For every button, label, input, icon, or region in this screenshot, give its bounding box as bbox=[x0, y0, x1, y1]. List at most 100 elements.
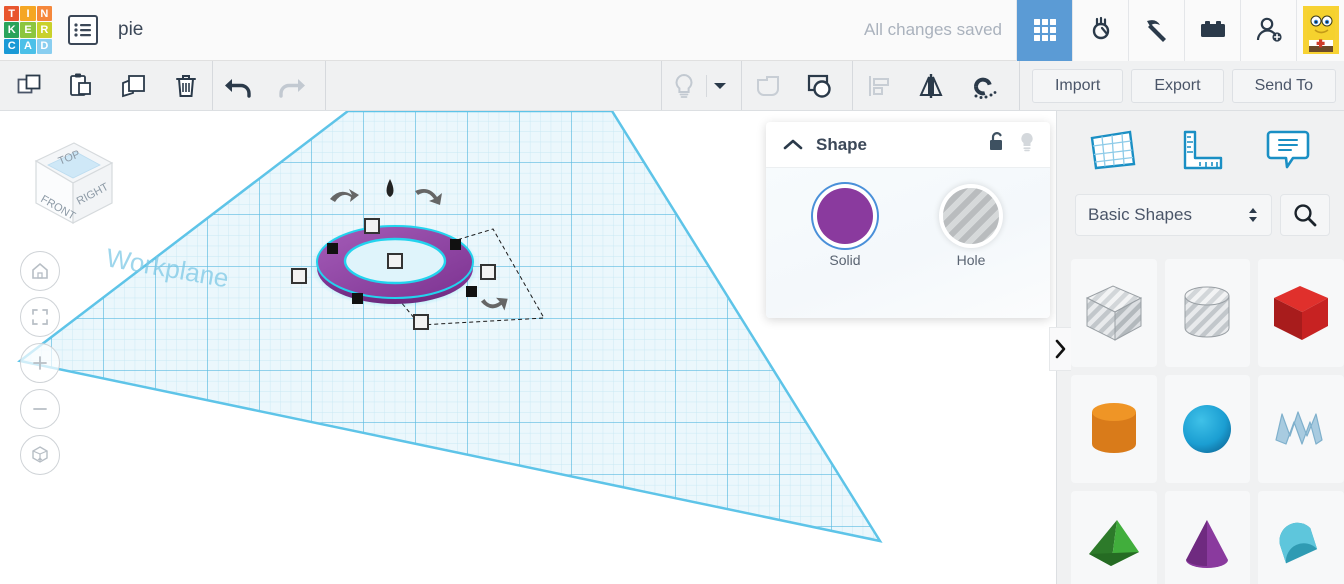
group-button[interactable] bbox=[742, 61, 794, 110]
logo-letter-e: E bbox=[20, 22, 36, 38]
scale-handle-left bbox=[291, 268, 307, 284]
zoom-out-button[interactable] bbox=[20, 389, 60, 429]
document-title[interactable]: pie bbox=[118, 19, 143, 41]
plus-icon bbox=[33, 356, 47, 370]
lego-brick-icon[interactable] bbox=[1184, 0, 1240, 61]
invite-person-icon[interactable] bbox=[1240, 0, 1296, 61]
import-button[interactable]: Import bbox=[1031, 68, 1124, 103]
logo-letter-k: K bbox=[4, 22, 20, 38]
lightbulb-glyph bbox=[1021, 132, 1033, 152]
pickaxe-glyph bbox=[1146, 20, 1166, 42]
grid-designs-icon[interactable] bbox=[1016, 0, 1072, 61]
shape-category-select[interactable]: Basic Shapes bbox=[1075, 194, 1272, 236]
toolbar-right-group: Import Export Send To bbox=[1031, 61, 1344, 110]
scale-handle-top bbox=[364, 218, 380, 234]
home-icon bbox=[32, 262, 48, 279]
paste-button[interactable] bbox=[56, 61, 108, 110]
ruler-icon[interactable] bbox=[1167, 121, 1233, 179]
select-stepper-icon bbox=[1249, 208, 1257, 222]
hole-option[interactable]: Hole bbox=[928, 188, 1014, 268]
header-icon-group bbox=[1016, 0, 1344, 61]
fit-view-icon bbox=[32, 309, 48, 325]
paste-icon bbox=[70, 73, 91, 96]
light-dropdown-button[interactable] bbox=[707, 61, 733, 110]
shape-tile-roof[interactable] bbox=[1258, 491, 1344, 584]
chevron-right-icon bbox=[1055, 339, 1066, 359]
export-button[interactable]: Export bbox=[1131, 68, 1224, 103]
unlock-glyph bbox=[990, 132, 1002, 150]
shape-tile-scribble[interactable] bbox=[1258, 375, 1344, 483]
solid-option[interactable]: Solid bbox=[802, 188, 888, 268]
height-handle-center bbox=[387, 253, 403, 269]
search-button[interactable] bbox=[1280, 194, 1330, 236]
workplane-icon[interactable] bbox=[1080, 121, 1146, 179]
send-to-button[interactable]: Send To bbox=[1231, 68, 1336, 103]
fit-to-view-button[interactable] bbox=[20, 297, 60, 337]
scale-handle-right bbox=[480, 264, 496, 280]
zoom-in-button[interactable] bbox=[20, 343, 60, 383]
snap-magnet-button[interactable] bbox=[957, 61, 1009, 110]
shape-tile-sphere[interactable] bbox=[1164, 375, 1251, 483]
shape-category-value: Basic Shapes bbox=[1088, 205, 1192, 224]
spongebob-avatar[interactable] bbox=[1296, 0, 1344, 61]
shape-panel-title: Shape bbox=[816, 134, 868, 154]
duplicate-icon bbox=[122, 74, 145, 97]
tinkercad-logo[interactable]: TINKERCAD bbox=[4, 6, 52, 54]
logo-letter-d: D bbox=[36, 38, 52, 54]
mirror-button[interactable] bbox=[905, 61, 957, 110]
workplane-glyph bbox=[1090, 130, 1136, 170]
redo-arrow-icon bbox=[279, 78, 305, 98]
circuits-hand-icon[interactable] bbox=[1072, 0, 1128, 61]
view-cube-svg: TOP FRONT RIGHT bbox=[34, 142, 114, 225]
duplicate-button[interactable] bbox=[108, 61, 160, 110]
brick-glyph bbox=[1200, 21, 1225, 37]
notes-icon[interactable] bbox=[1255, 121, 1321, 179]
ruler-glyph bbox=[1184, 130, 1223, 170]
light-bulb-button[interactable] bbox=[662, 61, 706, 110]
cone-thumbnail bbox=[1186, 520, 1229, 568]
solid-label: Solid bbox=[829, 252, 861, 268]
save-status-text: All changes saved bbox=[864, 20, 1002, 39]
shape-tile-pyramid[interactable] bbox=[1071, 491, 1157, 584]
align-icon bbox=[868, 75, 889, 96]
perspective-cube-icon bbox=[32, 446, 48, 463]
home-view-button[interactable] bbox=[20, 251, 60, 291]
top-header-bar: TINKERCAD pie All changes saved bbox=[0, 0, 1344, 61]
shape-properties-panel: Shape Solid Hole bbox=[766, 122, 1050, 318]
copy-button[interactable] bbox=[4, 61, 56, 110]
lightbulb-icon[interactable] bbox=[1018, 131, 1036, 158]
workplane[interactable]: Workplane bbox=[17, 111, 883, 543]
shape-tile-cone[interactable] bbox=[1164, 491, 1251, 584]
shape-tile-cylinder-hole[interactable] bbox=[1164, 259, 1251, 367]
hand-circuit-glyph bbox=[1092, 16, 1109, 40]
shape-tile-box[interactable] bbox=[1258, 259, 1344, 367]
shape-tile-cylinder[interactable] bbox=[1071, 375, 1157, 483]
copy-icon bbox=[17, 74, 41, 93]
logo-letter-i: I bbox=[20, 6, 36, 22]
minecraft-pickaxe-icon[interactable] bbox=[1128, 0, 1184, 61]
solid-swatch bbox=[817, 188, 873, 244]
sidebar-collapse-tab[interactable] bbox=[1049, 327, 1071, 371]
perspective-toggle-button[interactable] bbox=[20, 435, 60, 475]
delete-button[interactable] bbox=[160, 61, 212, 110]
corner-handle-br bbox=[466, 286, 477, 297]
ungroup-button[interactable] bbox=[794, 61, 846, 110]
logo-letter-t: T bbox=[4, 6, 20, 22]
undo-button[interactable] bbox=[213, 61, 265, 110]
hole-label: Hole bbox=[956, 252, 986, 268]
box-thumbnail bbox=[1274, 286, 1329, 340]
align-button[interactable] bbox=[853, 61, 905, 110]
cylinder-thumbnail bbox=[1091, 403, 1136, 453]
magnet-snap-icon bbox=[973, 77, 997, 99]
document-list-button[interactable] bbox=[68, 15, 98, 45]
unlock-icon[interactable] bbox=[988, 131, 1006, 158]
view-cube[interactable]: TOP FRONT RIGHT bbox=[14, 123, 132, 241]
redo-button[interactable] bbox=[265, 61, 317, 110]
collapse-panel-chevron-up-icon[interactable] bbox=[780, 132, 806, 158]
main-toolbar: Import Export Send To bbox=[0, 61, 1344, 111]
right-sidebar: Basic Shapes bbox=[1056, 111, 1344, 584]
sidebar-controls: Basic Shapes bbox=[1057, 189, 1344, 241]
lightbulb-icon bbox=[675, 73, 693, 98]
hole-swatch bbox=[943, 188, 999, 244]
shape-tile-box-hole[interactable] bbox=[1071, 259, 1157, 367]
